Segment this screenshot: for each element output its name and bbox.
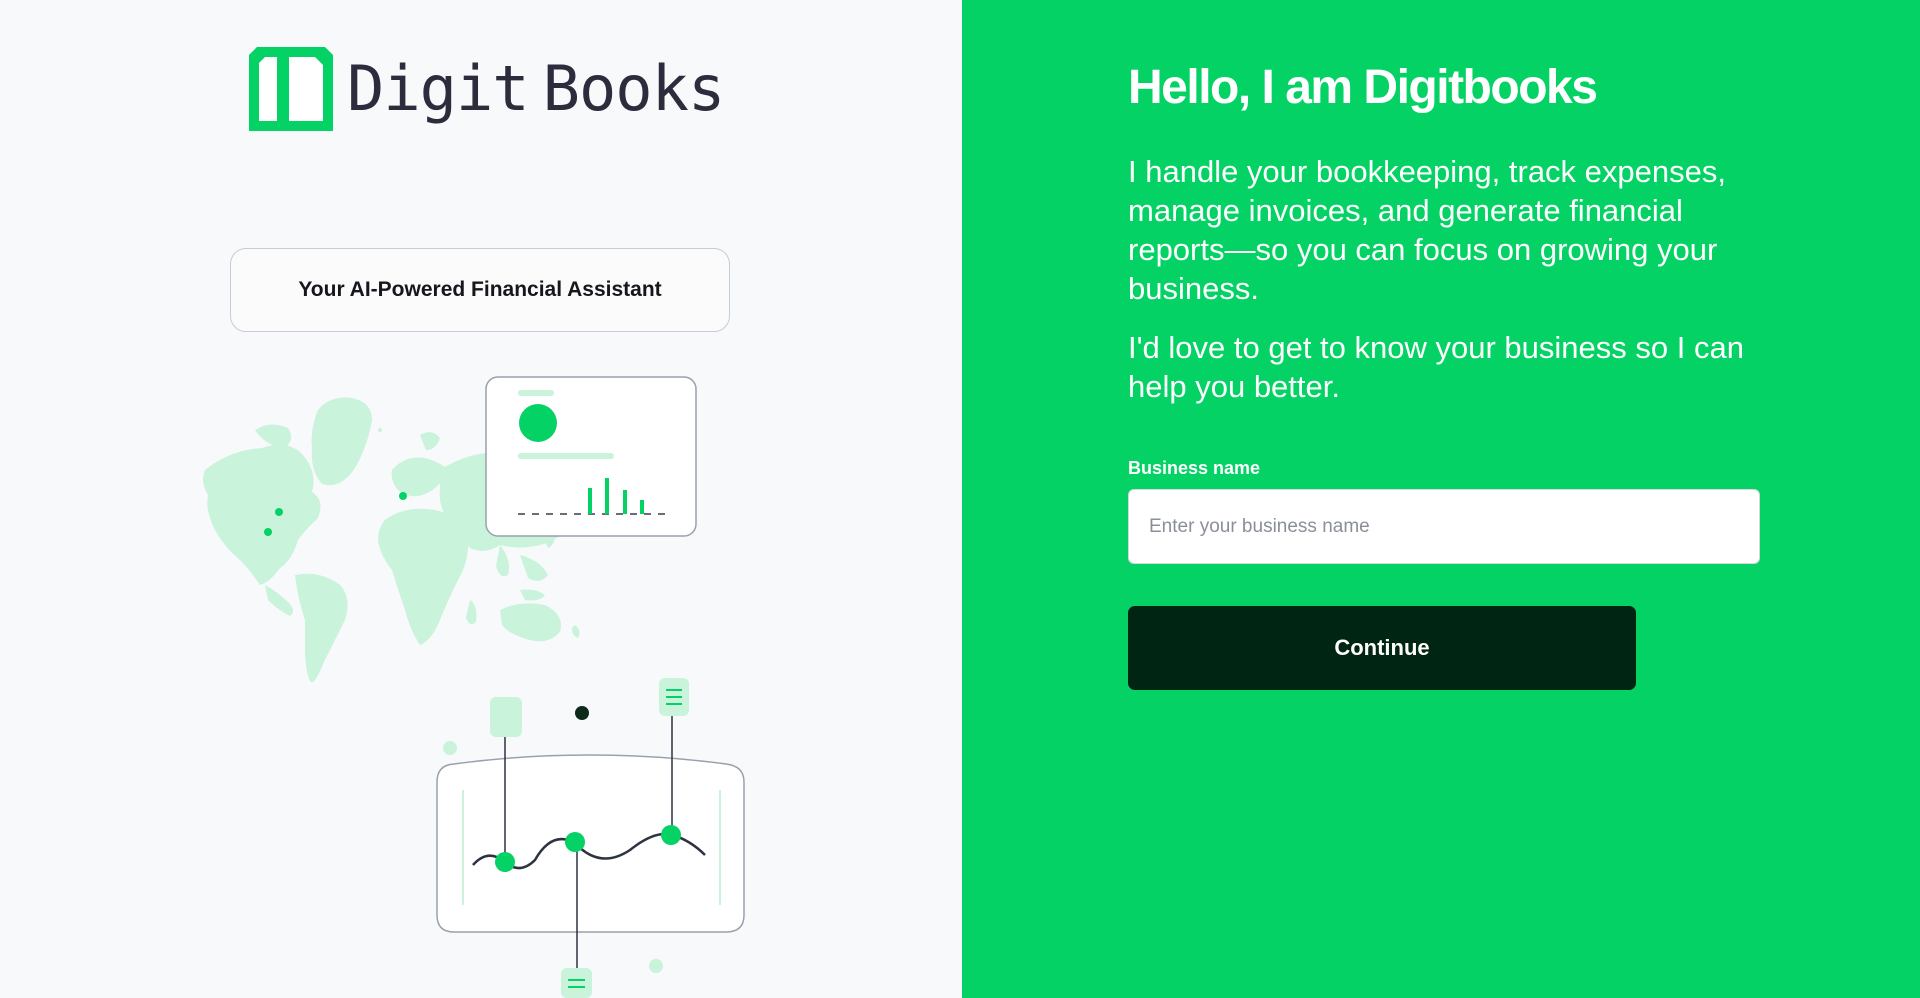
page-title: Hello, I am Digitbooks <box>1128 61 1598 114</box>
right-panel: Hello, I am Digitbooks I handle your boo… <box>962 0 1920 998</box>
finance-illustration <box>203 376 745 998</box>
left-panel: Digit Books Your AI-Powered Financial Ass… <box>0 0 962 998</box>
continue-button[interactable]: Continue <box>1128 606 1636 690</box>
stats-card <box>485 376 697 537</box>
trend-card <box>436 678 745 998</box>
business-name-label: Business name <box>1128 458 1261 478</box>
intro-text-secondary: I'd love to get to know your business so… <box>1128 330 1744 404</box>
business-name-input[interactable] <box>1128 489 1760 564</box>
intro-text: I handle your bookkeeping, track expense… <box>1128 154 1726 306</box>
onboarding-content: Hello, I am Digitbooks I handle your boo… <box>1128 60 1788 406</box>
